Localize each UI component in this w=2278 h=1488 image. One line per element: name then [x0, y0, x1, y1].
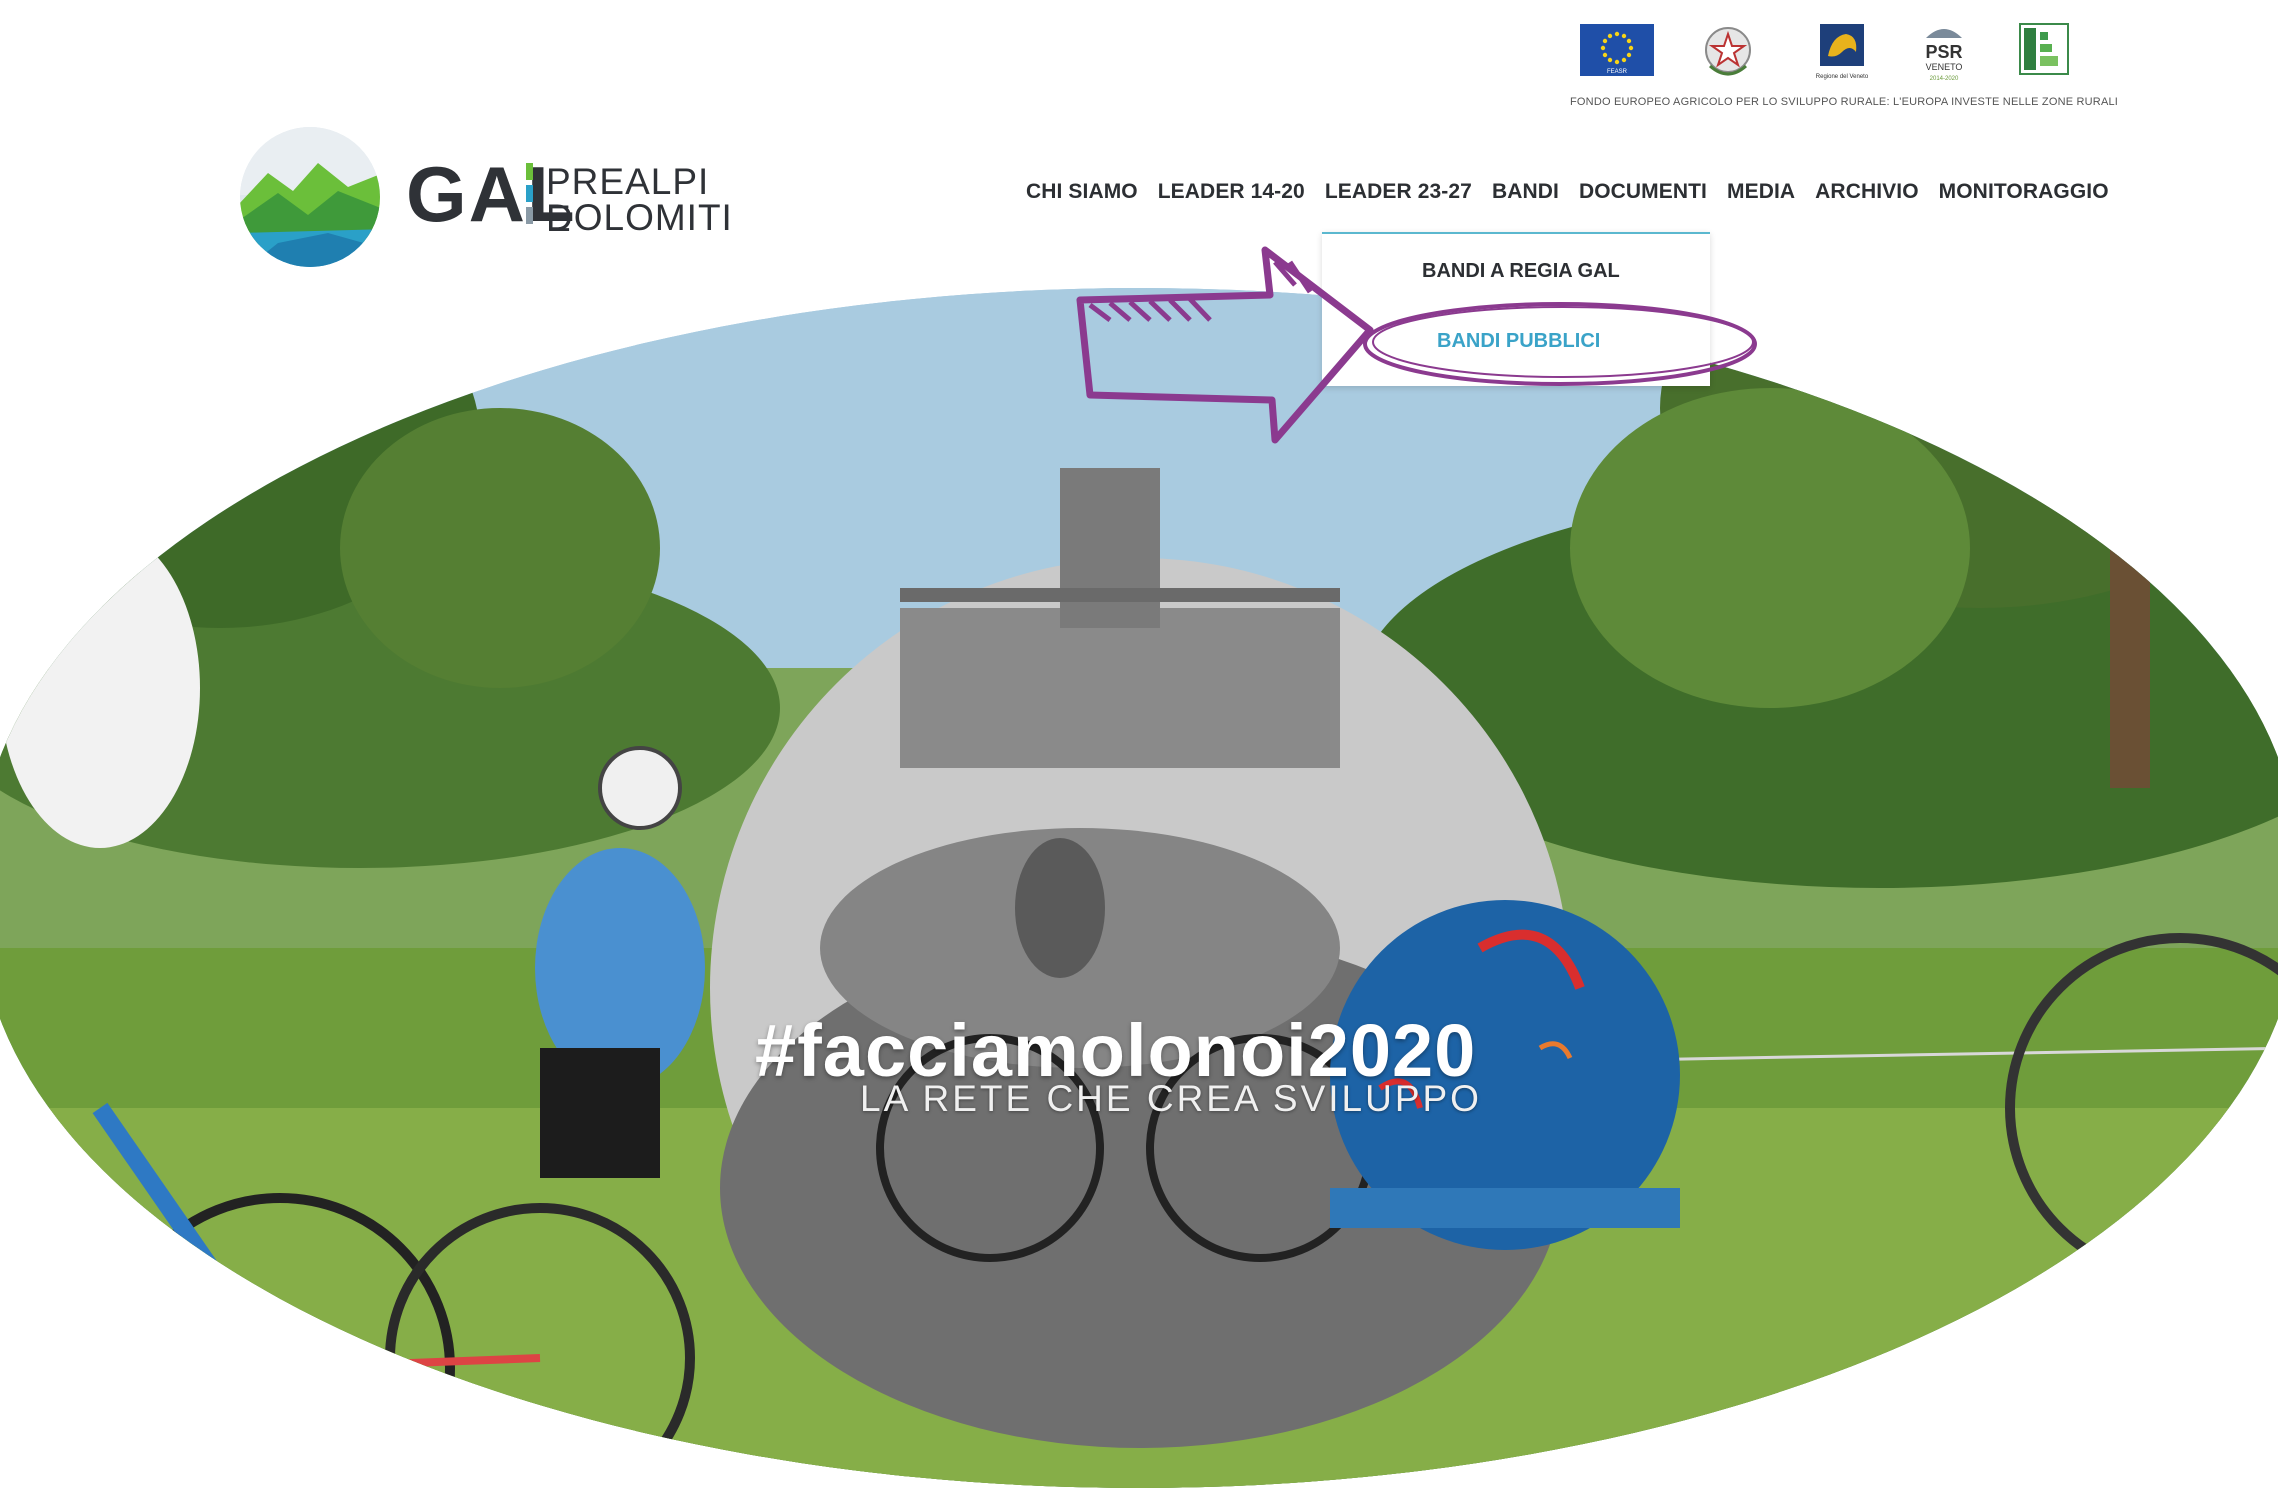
veneto-lion-icon: Regione del Veneto	[1812, 22, 1869, 84]
nav-media[interactable]: MEDIA	[1727, 180, 1795, 204]
nav-chi-siamo[interactable]: CHI SIAMO	[1026, 180, 1138, 204]
bandi-dropdown-menu: BANDI A REGIA GAL BANDI PUBBLICI	[1322, 232, 1710, 386]
leader-logo-icon	[2018, 22, 2070, 84]
nav-bandi[interactable]: BANDI	[1492, 180, 1559, 204]
nav-documenti[interactable]: DOCUMENTI	[1579, 180, 1707, 204]
hero-cycling-scene-image	[0, 288, 2278, 1488]
site-logo-link[interactable]: GAL PREALPI E DOLOMITI	[238, 125, 732, 275]
logo-line-2: DOLOMITI	[546, 197, 733, 238]
dropdown-item-bandi-a-regia-gal[interactable]: BANDI A REGIA GAL	[1422, 260, 1620, 283]
dropdown-item-bandi-pubblici[interactable]: BANDI PUBBLICI	[1437, 330, 1600, 353]
eu-flag-icon: FEASR	[1580, 24, 1654, 76]
funding-logos: FEASR Regione del Veneto PSR VENETO 2014…	[1570, 14, 2119, 114]
logo-divider-bars	[526, 163, 534, 229]
psr-years: 2014-2020	[1930, 76, 1959, 82]
hero-tagline: LA RETE CHE CREA SVILUPPO	[860, 1078, 1482, 1119]
italy-emblem-icon	[1700, 22, 1756, 84]
nav-archivio[interactable]: ARCHIVIO	[1815, 180, 1918, 204]
funding-caption: FONDO EUROPEO AGRICOLO PER LO SVILUPPO R…	[1570, 96, 2119, 108]
hero-banner: #facciamolonoi2020 LA RETE CHE CREA SVIL…	[0, 288, 2278, 1488]
main-nav: CHI SIAMO LEADER 14-20 LEADER 23-27 BANDI DO…	[1026, 180, 2129, 210]
psr-sub: VENETO	[1926, 62, 1963, 72]
psr-veneto-logo: PSR VENETO 2014-2020	[1914, 22, 1968, 84]
psr-title: PSR	[1925, 42, 1962, 62]
nav-leader-23-27[interactable]: LEADER 23-27	[1325, 180, 1472, 204]
mountain-logo-icon	[240, 127, 380, 267]
nav-leader-14-20[interactable]: LEADER 14-20	[1158, 180, 1305, 204]
eu-label: FEASR	[1607, 69, 1628, 75]
veneto-label: Regione del Veneto	[1816, 74, 1869, 80]
nav-monitoraggio[interactable]: MONITORAGGIO	[1939, 180, 2109, 204]
